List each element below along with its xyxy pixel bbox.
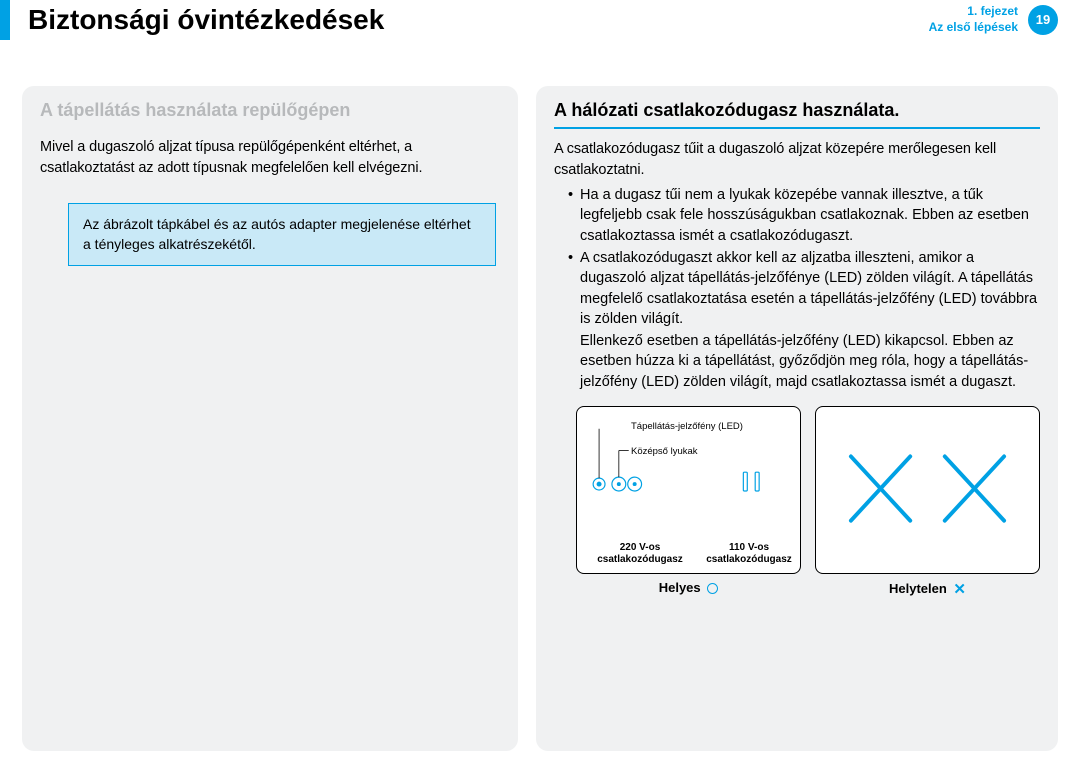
diagram-row: Tápellátás-jelzőfény (LED) Középső lyuka… bbox=[554, 406, 1040, 574]
page-title: Biztonsági óvintézkedések bbox=[28, 0, 384, 40]
x-marks-svg bbox=[816, 407, 1039, 573]
two-column-layout: A tápellátás használata repülőgépen Mive… bbox=[22, 86, 1058, 751]
header-right: 1. fejezet Az első lépések 19 bbox=[929, 4, 1058, 35]
diagram-correct: Tápellátás-jelzőfény (LED) Középső lyuka… bbox=[576, 406, 801, 574]
left-body: Mivel a dugaszoló aljzat típusa repülőgé… bbox=[40, 137, 500, 179]
bullet-item: A csatlakozódugaszt akkor kell az aljzat… bbox=[568, 248, 1040, 329]
chapter-line2: Az első lépések bbox=[929, 20, 1018, 36]
plug110-label: 110 V-os csatlakozódugasz bbox=[701, 542, 797, 565]
right-body: A csatlakozódugasz tűit a dugaszoló aljz… bbox=[554, 139, 1040, 181]
left-subhead: A tápellátás használata repülőgépen bbox=[40, 100, 500, 127]
led-label: Tápellátás-jelzőfény (LED) bbox=[631, 422, 743, 432]
caption-incorrect: Helytelen ✕ bbox=[815, 580, 1040, 598]
holes-label: Középső lyukak bbox=[631, 447, 698, 457]
diagram-incorrect bbox=[815, 406, 1040, 574]
chapter-line1: 1. fejezet bbox=[929, 4, 1018, 20]
caption-correct: Helyes bbox=[576, 580, 801, 598]
accent-tab bbox=[0, 0, 10, 40]
left-column: A tápellátás használata repülőgépen Mive… bbox=[22, 86, 518, 751]
chapter-block: 1. fejezet Az első lépések bbox=[929, 4, 1018, 35]
bullet-list: Ha a dugasz tűi nem a lyukak közepébe va… bbox=[554, 185, 1040, 329]
sub-paragraph: Ellenkező esetben a tápellátás-jelzőfény… bbox=[554, 331, 1040, 392]
page-number-badge: 19 bbox=[1028, 5, 1058, 35]
note-box: Az ábrázolt tápkábel és az autós adapter… bbox=[68, 203, 496, 266]
right-column: A hálózati csatlakozódugasz használata. … bbox=[536, 86, 1058, 751]
bullet-item: Ha a dugasz tűi nem a lyukak közepébe va… bbox=[568, 185, 1040, 246]
caption-row: Helyes Helytelen ✕ bbox=[554, 580, 1040, 598]
circle-icon bbox=[707, 583, 718, 594]
x-icon: ✕ bbox=[953, 581, 966, 598]
plug220-label: 220 V-os csatlakozódugasz bbox=[585, 542, 695, 565]
right-subhead: A hálózati csatlakozódugasz használata. bbox=[554, 100, 1040, 129]
